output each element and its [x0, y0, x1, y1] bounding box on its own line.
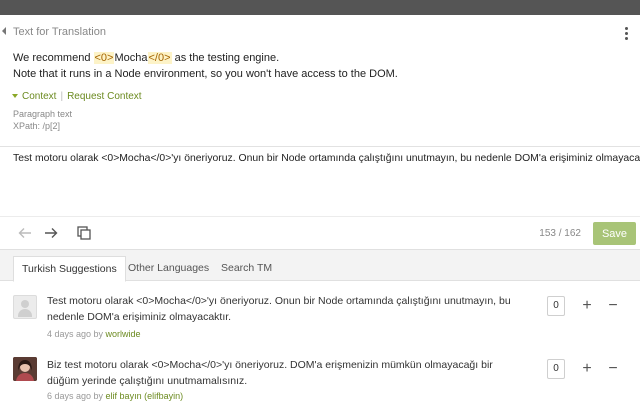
- string-meta: Paragraph text XPath: /p[2]: [13, 108, 72, 132]
- placeholder-tag-close[interactable]: </0>: [147, 52, 172, 64]
- downvote-minus-icon[interactable]: −: [606, 298, 620, 314]
- top-bar: [0, 0, 640, 15]
- xpath: XPath: /p[2]: [13, 121, 61, 131]
- placeholder-tag-open[interactable]: <0>: [93, 52, 115, 64]
- divider: [0, 146, 640, 147]
- suggestion-author[interactable]: elif bayın (elifbayin): [106, 391, 184, 401]
- vote-count: 0: [547, 296, 565, 316]
- tab-turkish-suggestions[interactable]: Turkish Suggestions: [13, 256, 126, 282]
- panel-header: Text for Translation: [0, 15, 640, 47]
- suggestion-author[interactable]: worlwide: [106, 329, 141, 339]
- arrow-right-icon[interactable]: [42, 224, 60, 242]
- source-text: We recommend <0>Mocha</0> as the testing…: [13, 50, 613, 82]
- suggestion-meta: 4 days ago by worlwide: [47, 329, 141, 339]
- suggestion-text[interactable]: Biz test motoru olarak <0>Mocha</0>'yı ö…: [47, 357, 527, 389]
- triangle-down-icon: [12, 94, 18, 98]
- source-text-segment: We recommend: [13, 52, 94, 64]
- tab-other-languages[interactable]: Other Languages: [120, 256, 217, 282]
- panel-title: Text for Translation: [13, 26, 106, 38]
- divider: [0, 216, 640, 217]
- copy-source-icon[interactable]: [75, 224, 93, 242]
- separator: |: [60, 91, 64, 102]
- tab-search-tm[interactable]: Search TM: [213, 256, 280, 282]
- character-counter: 153 / 162: [539, 228, 581, 239]
- arrow-left-icon[interactable]: [16, 224, 34, 242]
- request-context-link[interactable]: Request Context: [67, 91, 142, 102]
- tabs-bar: Turkish Suggestions Other Languages Sear…: [0, 249, 640, 282]
- suggestion-time: 4 days ago by: [47, 329, 106, 339]
- upvote-plus-icon[interactable]: +: [580, 298, 594, 314]
- default-avatar-icon: [13, 295, 37, 319]
- kebab-menu-icon[interactable]: [625, 27, 628, 42]
- source-text-segment: as the testing engine.: [171, 52, 280, 64]
- upvote-plus-icon[interactable]: +: [580, 361, 594, 377]
- user-photo-avatar-icon: [13, 357, 37, 381]
- context-row: Context | Request Context: [12, 91, 142, 102]
- source-tag-word: Mocha: [114, 52, 148, 64]
- save-button[interactable]: Save: [593, 222, 636, 245]
- string-type: Paragraph text: [13, 109, 73, 119]
- source-line-1: We recommend <0>Mocha</0> as the testing…: [13, 50, 613, 66]
- collapse-left-icon[interactable]: [2, 27, 6, 35]
- downvote-minus-icon[interactable]: −: [606, 361, 620, 377]
- suggestion-meta: 6 days ago by elif bayın (elifbayin): [47, 391, 183, 401]
- suggestion-time: 6 days ago by: [47, 391, 106, 401]
- suggestion-text[interactable]: Test motoru olarak <0>Mocha</0>'yı öneri…: [47, 293, 527, 325]
- vote-count: 0: [547, 359, 565, 379]
- source-line-2: Note that it runs in a Node environment,…: [13, 68, 398, 80]
- context-toggle[interactable]: Context: [22, 91, 56, 102]
- translation-editor[interactable]: Test motoru olarak <0>Mocha</0>'yı öneri…: [13, 152, 640, 166]
